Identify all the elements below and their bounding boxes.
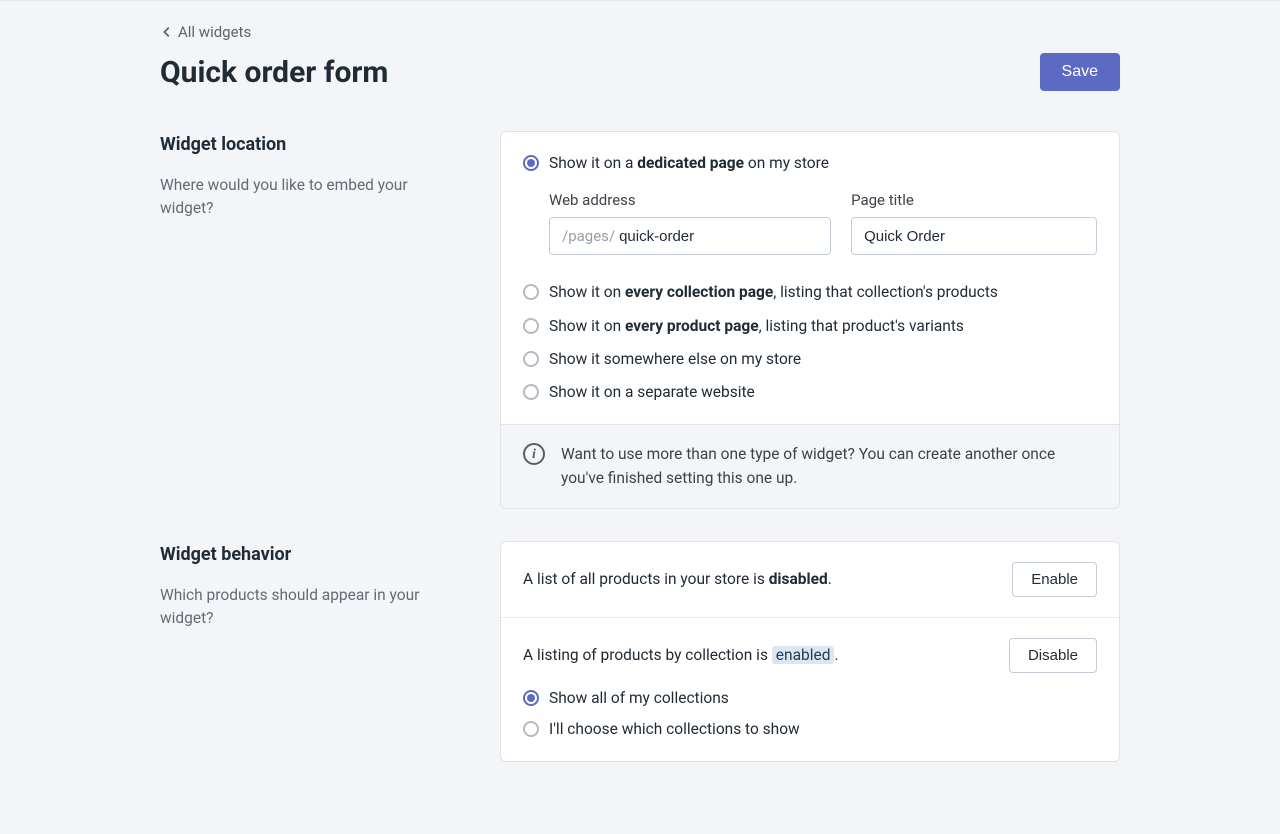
behavior-panel: A list of all products in your store is … — [500, 541, 1120, 763]
radio-indicator — [523, 384, 539, 400]
radio-indicator — [523, 690, 539, 706]
radio-label: Show all of my collections — [549, 687, 729, 710]
info-banner: i Want to use more than one type of widg… — [501, 424, 1119, 508]
radio-indicator — [523, 351, 539, 367]
radio-indicator — [523, 721, 539, 737]
radio-label: Show it on every collection page, listin… — [549, 281, 998, 304]
radio-choose-collections[interactable]: I'll choose which collections to show — [523, 718, 1097, 741]
radio-label: I'll choose which collections to show — [549, 718, 800, 741]
radio-elsewhere[interactable]: Show it somewhere else on my store — [523, 348, 1097, 371]
page-title-label: Page title — [851, 189, 1097, 212]
page-title-input-wrap[interactable] — [851, 217, 1097, 255]
back-link-label: All widgets — [178, 21, 251, 44]
enable-button[interactable]: Enable — [1012, 562, 1097, 597]
radio-product-page[interactable]: Show it on every product page, listing t… — [523, 315, 1097, 338]
save-button[interactable]: Save — [1040, 53, 1120, 91]
location-description: Where would you like to embed your widge… — [160, 174, 460, 221]
info-icon: i — [523, 443, 545, 465]
radio-dedicated-page[interactable]: Show it on a dedicated page on my store — [523, 152, 1097, 175]
info-text: Want to use more than one type of widget… — [561, 443, 1097, 490]
radio-show-all-collections[interactable]: Show all of my collections — [523, 687, 1097, 710]
web-address-label: Web address — [549, 189, 831, 212]
radio-indicator — [523, 155, 539, 171]
location-panel: Show it on a dedicated page on my store … — [500, 131, 1120, 509]
web-address-prefix: /pages/ — [562, 225, 615, 248]
location-heading: Widget location — [160, 131, 460, 158]
radio-label: Show it on a dedicated page on my store — [549, 152, 829, 175]
by-collection-status: A listing of products by collection is e… — [523, 644, 839, 667]
radio-indicator — [523, 318, 539, 334]
radio-label: Show it on a separate website — [549, 381, 755, 404]
radio-label: Show it somewhere else on my store — [549, 348, 801, 371]
radio-separate-website[interactable]: Show it on a separate website — [523, 381, 1097, 404]
radio-indicator — [523, 284, 539, 300]
behavior-heading: Widget behavior — [160, 541, 460, 568]
radio-collection-page[interactable]: Show it on every collection page, listin… — [523, 281, 1097, 304]
radio-label: Show it on every product page, listing t… — [549, 315, 964, 338]
page-title-input[interactable] — [864, 228, 1084, 245]
back-link[interactable]: All widgets — [160, 21, 251, 44]
behavior-description: Which products should appear in your wid… — [160, 584, 460, 631]
page-title: Quick order form — [160, 50, 388, 95]
disable-button[interactable]: Disable — [1009, 638, 1097, 673]
chevron-left-icon — [160, 25, 174, 39]
all-products-status: A list of all products in your store is … — [523, 568, 832, 591]
web-address-input-wrap[interactable]: /pages/ — [549, 217, 831, 255]
web-address-input[interactable] — [619, 228, 818, 245]
